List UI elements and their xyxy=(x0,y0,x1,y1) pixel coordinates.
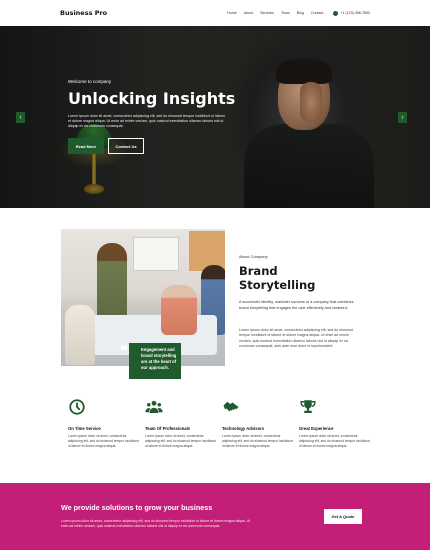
about-eyebrow: About Company xyxy=(239,254,268,259)
whiteboard xyxy=(133,237,179,271)
person-standing xyxy=(97,243,127,323)
feature-technology: Technology Advisors Lorem ipsum dolor si… xyxy=(222,398,294,449)
nav-item-team[interactable]: Team xyxy=(281,11,290,15)
site-header: Business Pro Home About Services Team Bl… xyxy=(0,0,430,26)
nav-item-services[interactable]: Services xyxy=(260,11,274,15)
cta-title: We provide solutions to grow your busine… xyxy=(61,503,213,512)
contact-us-button[interactable]: Contact Us xyxy=(108,138,144,154)
nav-item-blog[interactable]: Blog xyxy=(297,11,304,15)
logo[interactable]: Business Pro xyxy=(60,9,107,17)
feature-on-time-service: On Time Service Lorem ipsum dolor sit am… xyxy=(68,398,140,449)
team-icon xyxy=(145,400,163,413)
chevron-left-icon: ‹ xyxy=(19,114,22,121)
feature-title: Technology Advisors xyxy=(222,426,265,431)
person-seated xyxy=(161,285,197,335)
slider-next-button[interactable]: › xyxy=(398,112,407,123)
feature-text: Lorem ipsum dolor sit amet, consectetur … xyxy=(299,434,370,448)
phone-number[interactable]: +1 (123) 456-7890 xyxy=(340,11,370,15)
trophy-icon xyxy=(300,400,316,413)
slider-prev-button[interactable]: ‹ xyxy=(16,112,25,123)
nav-item-about[interactable]: About xyxy=(244,11,253,15)
feature-experience: Great Experience Lorem ipsum dolor sit a… xyxy=(299,398,371,449)
feature-title: Great Experience xyxy=(299,426,334,431)
clock-icon xyxy=(69,399,85,415)
read-more-button[interactable]: Read More xyxy=(68,138,104,154)
phone-contact[interactable]: +1 (123) 456-7890 xyxy=(333,10,370,16)
phone-icon xyxy=(333,10,339,16)
cta-banner: We provide solutions to grow your busine… xyxy=(0,483,430,550)
chevron-right-icon: › xyxy=(401,114,404,121)
hero-text: Lorem ipsum dolor sit amet, consectetur … xyxy=(68,114,226,128)
feature-title: On Time Service xyxy=(68,426,101,431)
about-paragraph-2: Lorem ipsum dolor sit amet, consectetur … xyxy=(239,328,353,349)
about-title: Brand Storytelling xyxy=(239,264,316,292)
feature-title: Team Of Professionals xyxy=(145,426,191,431)
hero-eyebrow: Welcome to company xyxy=(68,79,112,84)
feature-team: Team Of Professionals Lorem ipsum dolor … xyxy=(145,398,217,449)
hero-title: Unlocking Insights xyxy=(68,89,236,108)
person-foreground xyxy=(65,305,95,365)
handshake-icon xyxy=(223,401,239,412)
hero-slider: Welcome to company Unlocking Insights Lo… xyxy=(0,26,430,208)
about-paragraph-1: A successful identity, marketer success … xyxy=(239,300,354,310)
nav-item-contact[interactable]: Contact xyxy=(311,11,323,15)
feature-text: Lorem ipsum dolor sit amet, consectetur … xyxy=(68,434,139,448)
feature-text: Lorem ipsum dolor sit amet, consectetur … xyxy=(222,434,293,448)
get-a-quote-button[interactable]: Get A Quote xyxy=(324,509,362,524)
nav-item-home[interactable]: Home xyxy=(227,11,237,15)
quote-text: Engagement and brand storytelling are at… xyxy=(141,347,177,370)
quote-box: Engagement and brand storytelling are at… xyxy=(129,343,181,379)
cta-text: Lorem ipsum dolor sit amet, consectetur … xyxy=(61,519,251,528)
main-nav: Home About Services Team Blog Contact +1… xyxy=(227,10,370,16)
feature-text: Lorem ipsum dolor sit amet, consectetur … xyxy=(145,434,216,448)
quote-icon: ❝ xyxy=(120,343,128,359)
